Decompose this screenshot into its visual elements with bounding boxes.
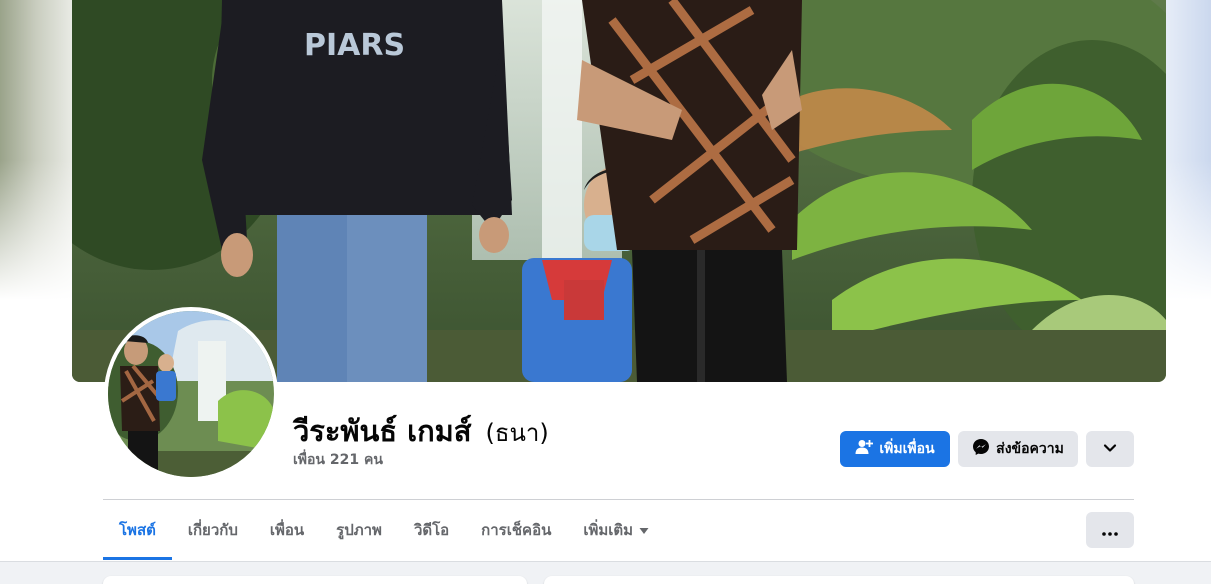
tab-friends[interactable]: เพื่อน (254, 500, 320, 560)
profile-avatar (108, 311, 274, 477)
add-friend-button[interactable]: เพิ่มเพื่อน (840, 431, 950, 467)
send-message-button[interactable]: ส่งข้อความ (958, 431, 1078, 467)
ellipsis-icon (1102, 521, 1118, 540)
tab-label: การเช็คอิน (481, 521, 552, 539)
messenger-icon (972, 438, 990, 460)
posts-card (544, 576, 1134, 584)
tab-label: โพสต์ (119, 521, 156, 539)
tab-about[interactable]: เกี่ยวกับ (172, 500, 254, 560)
tab-label: เกี่ยวกับ (187, 521, 238, 539)
profile-name: วีระพันธ์ เกมส์ (293, 414, 472, 448)
tab-videos[interactable]: วิดีโอ (398, 500, 465, 560)
tab-posts[interactable]: โพสต์ (103, 500, 172, 560)
caret-down-icon (639, 521, 649, 539)
chevron-down-icon (1103, 441, 1117, 457)
tab-photos[interactable]: รูปภาพ (320, 500, 398, 560)
tabs-more-options-button[interactable] (1086, 512, 1134, 548)
tab-label: รูปภาพ (336, 521, 382, 539)
shirt-text: PIARS (304, 28, 405, 63)
profile-alternate-name: (ธนา) (485, 419, 549, 447)
tab-checkins[interactable]: การเช็คอิน (465, 500, 567, 560)
profile-avatar-frame[interactable] (104, 307, 278, 481)
profile-tabs: โพสต์ เกี่ยวกับ เพื่อน รูปภาพ วิดีโอ การ… (103, 500, 665, 560)
tab-label: เพื่อน (269, 521, 305, 539)
tab-label: วิดีโอ (413, 521, 450, 539)
intro-card (103, 576, 527, 584)
profile-more-dropdown-button[interactable] (1086, 431, 1134, 467)
person-add-icon (855, 439, 874, 459)
add-friend-label: เพิ่มเพื่อน (879, 441, 935, 457)
tab-label: เพิ่มเติม (583, 521, 634, 539)
tab-more[interactable]: เพิ่มเติม (567, 500, 665, 560)
profile-name-block: วีระพันธ์ เกมส์ (ธนา) (293, 408, 549, 454)
send-message-label: ส่งข้อความ (996, 441, 1064, 457)
friends-count-link[interactable]: เพื่อน 221 คน (293, 449, 383, 471)
